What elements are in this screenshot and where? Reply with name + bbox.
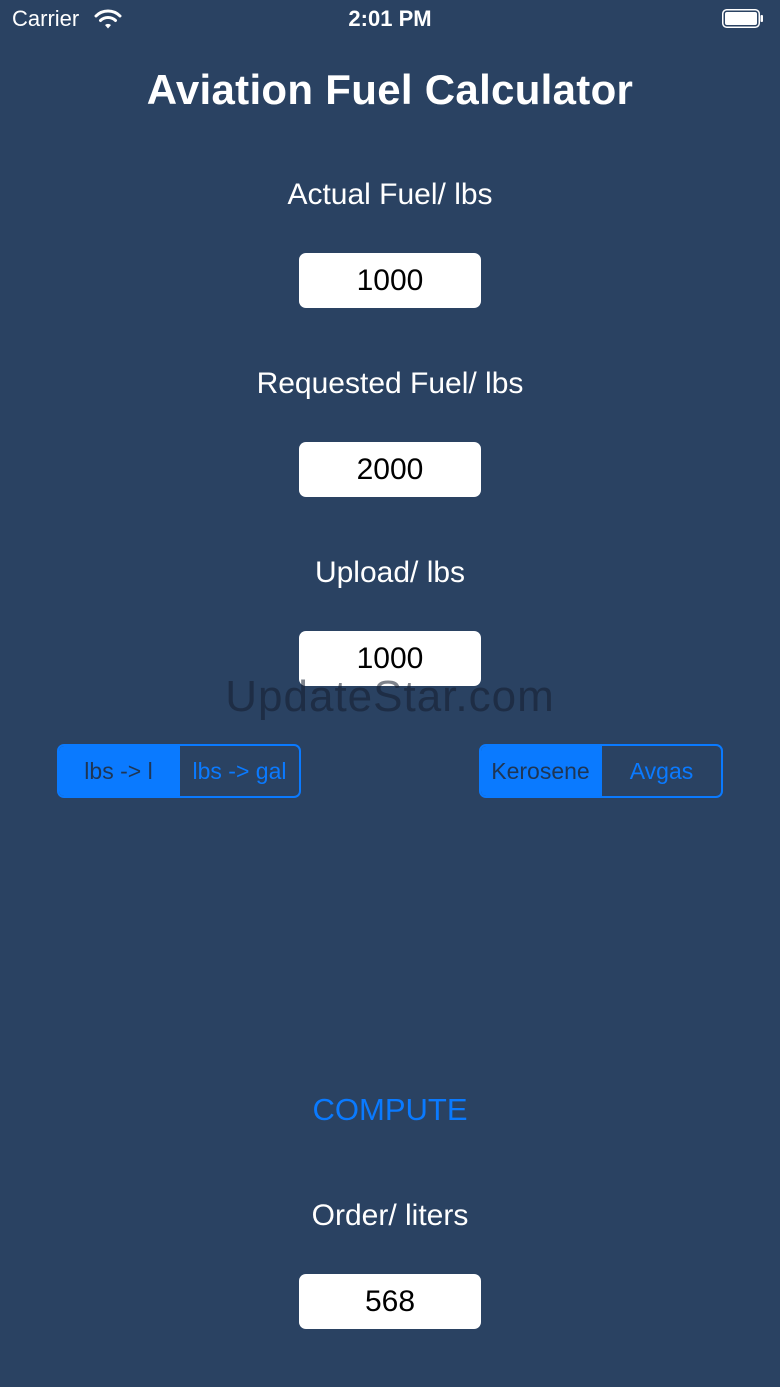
actual-fuel-label: Actual Fuel/ lbs	[287, 178, 493, 211]
order-label: Order/ liters	[311, 1199, 469, 1232]
fuel-type-segmented-control: Kerosene Avgas	[479, 744, 723, 798]
upload-label: Upload/ lbs	[314, 556, 466, 589]
compute-button[interactable]: COMPUTE	[0, 1092, 780, 1128]
page-title: Aviation Fuel Calculator	[146, 66, 634, 113]
battery-icon	[722, 9, 763, 28]
segment-kerosene[interactable]: Kerosene	[481, 746, 600, 796]
requested-fuel-label: Requested Fuel/ lbs	[256, 367, 524, 400]
status-time: 2:01 PM	[348, 6, 432, 31]
watermark: UpdateStar.com	[225, 672, 555, 721]
segment-lbs-to-liters[interactable]: lbs -> l	[59, 746, 178, 796]
segment-avgas[interactable]: Avgas	[602, 746, 721, 796]
unit-segmented-control: lbs -> l lbs -> gal	[57, 744, 301, 798]
requested-fuel-input[interactable]	[299, 442, 481, 497]
actual-fuel-input[interactable]	[299, 253, 481, 308]
segment-lbs-to-gallons[interactable]: lbs -> gal	[180, 746, 299, 796]
order-output[interactable]	[299, 1274, 481, 1329]
